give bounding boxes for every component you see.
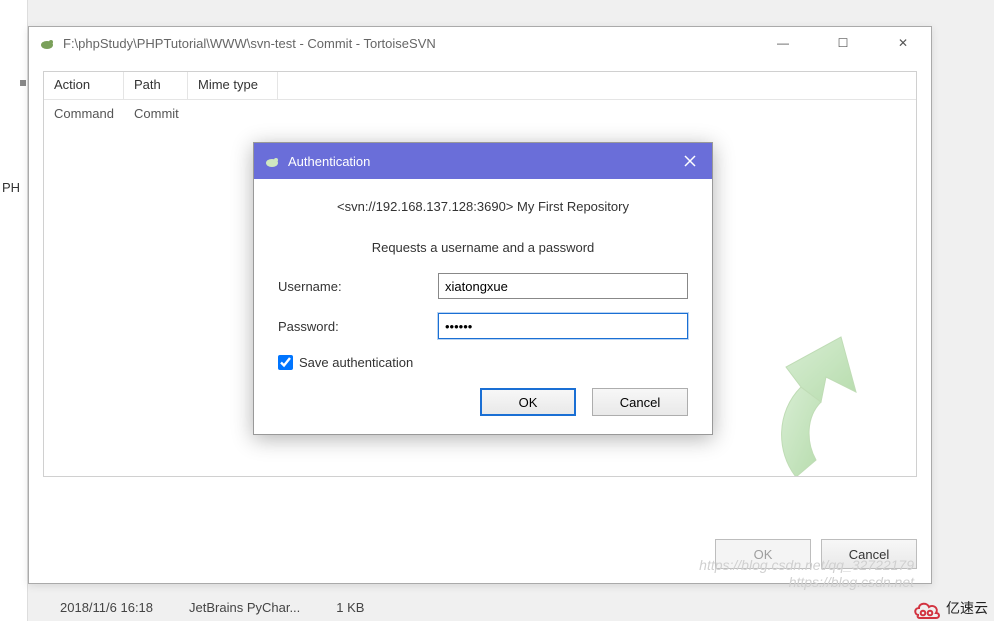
bg-square <box>20 80 26 86</box>
grid-header-row: Action Path Mime type <box>44 72 916 100</box>
background-left-strip <box>0 0 28 621</box>
authentication-dialog: Authentication <svn://192.168.137.128:36… <box>253 142 713 435</box>
password-field[interactable] <box>438 313 688 339</box>
bg-ph-label: PH <box>2 180 20 195</box>
window-title: F:\phpStudy\PHPTutorial\WWW\svn-test - C… <box>63 36 761 51</box>
save-auth-checkbox-row[interactable]: Save authentication <box>278 355 688 370</box>
file-app: JetBrains PyChar... <box>189 600 300 615</box>
commit-arrow-icon <box>766 322 886 477</box>
cell-action: Command <box>44 100 124 127</box>
tortoise-icon <box>39 35 55 51</box>
maximize-button[interactable]: ☐ <box>821 28 865 58</box>
save-auth-checkbox[interactable] <box>278 355 293 370</box>
save-auth-label: Save authentication <box>299 355 413 370</box>
username-label: Username: <box>278 279 438 294</box>
password-label: Password: <box>278 319 438 334</box>
file-size: 1 KB <box>336 600 364 615</box>
grid-header-path[interactable]: Path <box>124 72 188 99</box>
titlebar[interactable]: F:\phpStudy\PHPTutorial\WWW\svn-test - C… <box>29 27 931 59</box>
auth-button-row: OK Cancel <box>278 388 688 416</box>
cloud-icon <box>912 597 942 619</box>
auth-close-button[interactable] <box>676 147 704 175</box>
password-row: Password: <box>278 313 688 339</box>
username-field[interactable] <box>438 273 688 299</box>
table-row[interactable]: Command Commit <box>44 100 916 127</box>
window-controls: — ☐ ✕ <box>761 28 925 58</box>
auth-cancel-button[interactable]: Cancel <box>592 388 688 416</box>
auth-ok-button[interactable]: OK <box>480 388 576 416</box>
file-date: 2018/11/6 16:18 <box>60 600 153 615</box>
grid-header-action[interactable]: Action <box>44 72 124 99</box>
auth-titlebar[interactable]: Authentication <box>254 143 712 179</box>
tortoise-icon <box>264 153 280 169</box>
auth-title: Authentication <box>288 154 676 169</box>
brand-text: 亿速云 <box>946 598 988 618</box>
brand-logo: 亿速云 <box>912 597 988 619</box>
cell-path: Commit <box>124 100 188 127</box>
grid-header-mime[interactable]: Mime type <box>188 72 278 99</box>
auth-prompt: Requests a username and a password <box>278 240 688 255</box>
auth-repo-url: <svn://192.168.137.128:3690> My First Re… <box>278 199 688 214</box>
file-info-bar: 2018/11/6 16:18 JetBrains PyChar... 1 KB <box>60 600 364 615</box>
username-row: Username: <box>278 273 688 299</box>
minimize-button[interactable]: — <box>761 28 805 58</box>
auth-body: <svn://192.168.137.128:3690> My First Re… <box>254 179 712 434</box>
watermark-text: https://blog.csdn.net/qq_32722179 https:… <box>699 557 914 591</box>
close-button[interactable]: ✕ <box>881 28 925 58</box>
close-icon <box>684 155 696 167</box>
